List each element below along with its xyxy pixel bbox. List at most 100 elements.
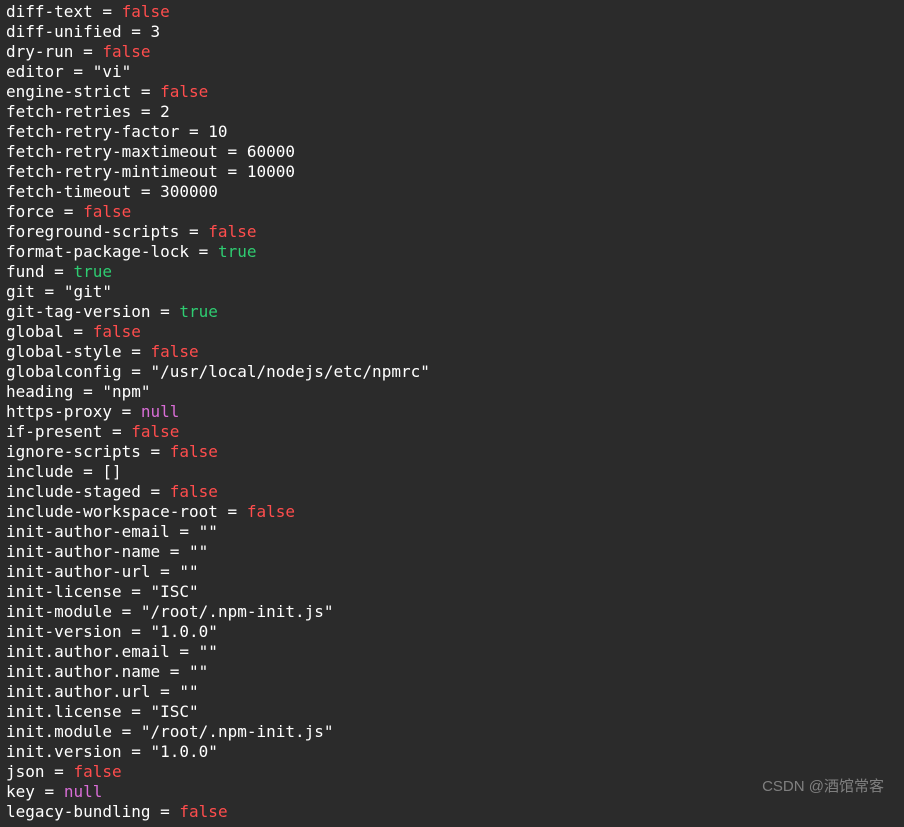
config-line: globalconfig = "/usr/local/nodejs/etc/np… — [6, 362, 904, 382]
config-value: false — [170, 482, 218, 501]
equals-sign: = — [131, 102, 160, 121]
config-line: global-style = false — [6, 342, 904, 362]
config-line: init.version = "1.0.0" — [6, 742, 904, 762]
config-line: init-author-url = "" — [6, 562, 904, 582]
equals-sign: = — [141, 482, 170, 501]
equals-sign: = — [122, 622, 151, 641]
equals-sign: = — [189, 242, 218, 261]
config-value: 10 — [208, 122, 227, 141]
config-key: json — [6, 762, 45, 781]
config-value: false — [160, 82, 208, 101]
config-key: heading — [6, 382, 73, 401]
config-value: "" — [189, 542, 208, 561]
config-value: 60000 — [247, 142, 295, 161]
config-line: format-package-lock = true — [6, 242, 904, 262]
config-line: fetch-retry-maxtimeout = 60000 — [6, 142, 904, 162]
config-key: fetch-retry-mintimeout — [6, 162, 218, 181]
config-line: diff-unified = 3 — [6, 22, 904, 42]
terminal-output: diff-text = falsediff-unified = 3dry-run… — [0, 0, 904, 827]
config-key: format-package-lock — [6, 242, 189, 261]
equals-sign: = — [45, 262, 74, 281]
config-key: init.author.email — [6, 642, 170, 661]
config-value: "" — [199, 642, 218, 661]
config-key: dry-run — [6, 42, 73, 61]
equals-sign: = — [35, 282, 64, 301]
equals-sign: = — [93, 2, 122, 21]
config-line: heading = "npm" — [6, 382, 904, 402]
config-line: force = false — [6, 202, 904, 222]
config-line: fund = true — [6, 262, 904, 282]
equals-sign: = — [170, 522, 199, 541]
config-key: fetch-retry-maxtimeout — [6, 142, 218, 161]
config-value: false — [73, 762, 121, 781]
equals-sign: = — [122, 342, 151, 361]
config-key: init.module — [6, 722, 112, 741]
config-value: "/root/.npm-init.js" — [141, 722, 334, 741]
equals-sign: = — [122, 582, 151, 601]
config-value: 10000 — [247, 162, 295, 181]
config-line: diff-text = false — [6, 2, 904, 22]
equals-sign: = — [218, 502, 247, 521]
config-line: global = false — [6, 322, 904, 342]
config-value: false — [122, 2, 170, 21]
config-value: "" — [189, 662, 208, 681]
config-value: false — [170, 442, 218, 461]
config-line: engine-strict = false — [6, 82, 904, 102]
config-value: false — [208, 222, 256, 241]
config-key: fetch-retries — [6, 102, 131, 121]
equals-sign: = — [218, 162, 247, 181]
config-value: true — [179, 302, 218, 321]
config-line: fetch-retries = 2 — [6, 102, 904, 122]
config-key: diff-text — [6, 2, 93, 21]
config-value: 2 — [160, 102, 170, 121]
config-value: false — [83, 202, 131, 221]
equals-sign: = — [151, 562, 180, 581]
config-key: force — [6, 202, 54, 221]
config-key: init.license — [6, 702, 122, 721]
config-line: fetch-retry-factor = 10 — [6, 122, 904, 142]
equals-sign: = — [151, 802, 180, 821]
config-value: "" — [179, 562, 198, 581]
config-value: false — [179, 802, 227, 821]
config-line: foreground-scripts = false — [6, 222, 904, 242]
equals-sign: = — [102, 422, 131, 441]
config-value: false — [131, 422, 179, 441]
equals-sign: = — [64, 62, 93, 81]
config-key: ignore-scripts — [6, 442, 141, 461]
config-key: init-author-name — [6, 542, 160, 561]
config-key: include-workspace-root — [6, 502, 218, 521]
config-line: init.author.name = "" — [6, 662, 904, 682]
config-value: null — [64, 782, 103, 801]
config-value: "" — [179, 682, 198, 701]
config-value: 3 — [151, 22, 161, 41]
config-value: 300000 — [160, 182, 218, 201]
config-line: https-proxy = null — [6, 402, 904, 422]
config-line: if-present = false — [6, 422, 904, 442]
config-value: false — [247, 502, 295, 521]
config-value: true — [218, 242, 257, 261]
config-line: legacy-bundling = false — [6, 802, 904, 822]
config-key: legacy-bundling — [6, 802, 151, 821]
config-key: init-author-url — [6, 562, 151, 581]
config-line: include-workspace-root = false — [6, 502, 904, 522]
config-line: git-tag-version = true — [6, 302, 904, 322]
equals-sign: = — [73, 462, 102, 481]
config-key: init-module — [6, 602, 112, 621]
config-value: false — [93, 322, 141, 341]
config-key: editor — [6, 62, 64, 81]
equals-sign: = — [45, 762, 74, 781]
config-value: "1.0.0" — [151, 622, 218, 641]
config-value: [] — [102, 462, 121, 481]
equals-sign: = — [35, 782, 64, 801]
equals-sign: = — [179, 122, 208, 141]
equals-sign: = — [73, 42, 102, 61]
config-line: init-license = "ISC" — [6, 582, 904, 602]
config-line: init.author.email = "" — [6, 642, 904, 662]
config-key: init-license — [6, 582, 122, 601]
config-line: include-staged = false — [6, 482, 904, 502]
config-line: init-module = "/root/.npm-init.js" — [6, 602, 904, 622]
equals-sign: = — [122, 22, 151, 41]
config-line: fetch-retry-mintimeout = 10000 — [6, 162, 904, 182]
config-value: "/usr/local/nodejs/etc/npmrc" — [151, 362, 430, 381]
equals-sign: = — [122, 702, 151, 721]
